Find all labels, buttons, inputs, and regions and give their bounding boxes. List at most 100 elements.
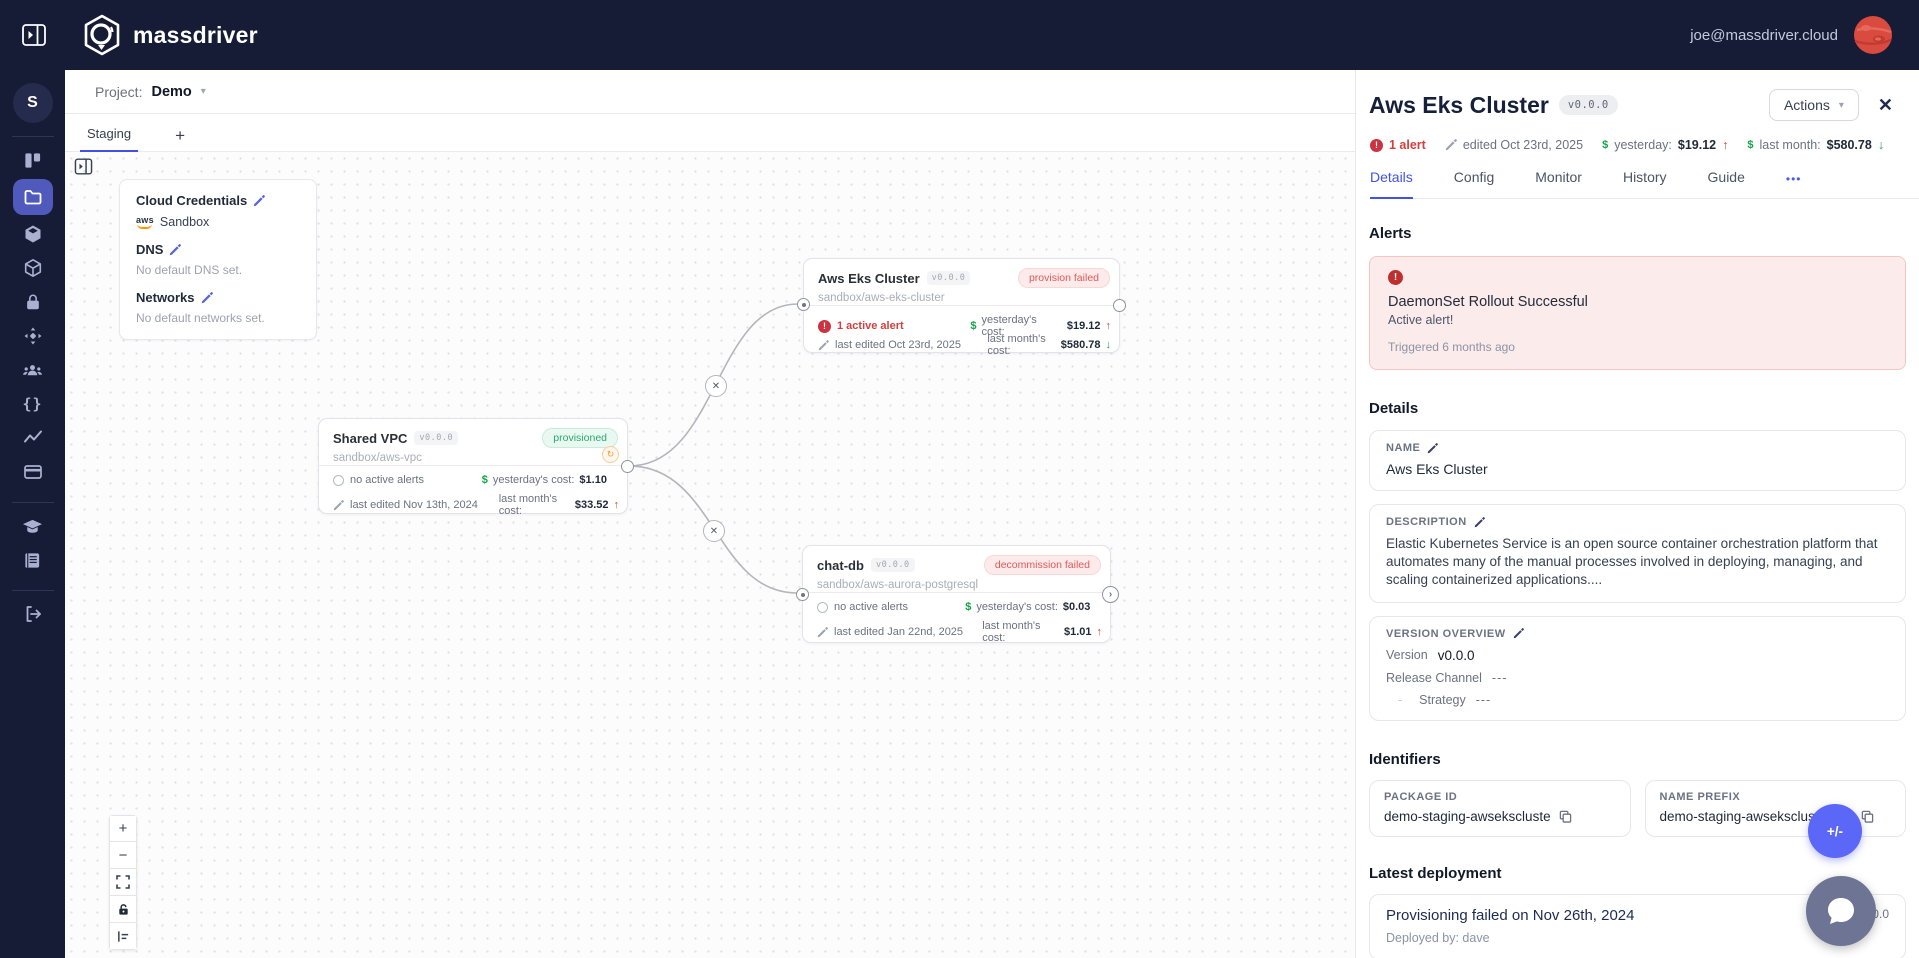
brand[interactable]: massdriver [80,13,258,57]
tab-monitor[interactable]: Monitor [1535,169,1582,198]
node-title: Aws Eks Cluster [818,271,920,286]
meta-month-value: $580.78 [1827,138,1872,152]
zoom-out-button[interactable]: − [109,842,137,869]
dns-value: No default DNS set. [136,263,300,277]
cost-label: last month's cost: [982,620,1059,644]
node-aws-eks-cluster[interactable]: Aws Eks Cluster v0.0.0 provision failed … [803,258,1120,353]
billing-card-icon[interactable] [13,455,53,489]
canvas-controls: + − [109,815,137,950]
project-label: Project: [95,84,142,100]
edit-pencil-icon[interactable] [169,244,181,256]
version-overview-label: VERSION OVERVIEW [1386,628,1506,640]
node-divider [804,305,1119,306]
learn-graduation-icon[interactable] [13,509,53,543]
environment-defaults-panel: Cloud Credentials aws Sandbox DNS No def… [119,179,317,340]
project-select[interactable]: Demo [151,84,191,100]
output-handle[interactable]: › [1102,586,1119,603]
docs-book-icon[interactable] [13,543,53,577]
tab-history[interactable]: History [1623,169,1667,198]
infrastructure-canvas[interactable]: ✕ ✕ Cloud Credentials aws Sandbox DNS [65,152,1355,958]
output-handle[interactable] [1113,299,1126,312]
node-shared-vpc[interactable]: Shared VPC v0.0.0 provisioned sandbox/aw… [318,418,628,514]
lock-button[interactable] [109,896,137,923]
users-icon[interactable] [13,353,53,387]
edit-pencil-icon[interactable] [1513,628,1524,639]
edit-pencil-icon[interactable] [1474,517,1485,528]
strategy-value: --- [1476,693,1492,707]
dollar-icon: $ [482,474,488,486]
add-environment-button[interactable]: + [175,127,185,151]
copy-icon[interactable] [1559,810,1572,823]
node-alert-text: no active alerts [350,474,424,486]
sidebar-toggle-icon[interactable] [21,22,47,48]
node-title: Shared VPC [333,431,407,446]
environment-tab-bar: Staging + [65,114,1355,152]
details-heading: Details [1369,400,1906,417]
output-handle[interactable] [621,460,634,473]
alert-icon: ! [1370,139,1383,152]
node-status-badge: decommission failed [984,555,1101,575]
projects-folder-icon[interactable] [13,179,53,215]
copy-icon[interactable] [1861,810,1874,823]
input-handle[interactable] [797,298,810,311]
edit-pencil-icon [817,627,828,638]
metrics-chart-icon[interactable] [13,421,53,455]
tab-more[interactable]: ••• [1786,169,1802,198]
alert-icon: ! [818,320,831,333]
tab-details[interactable]: Details [1370,169,1413,199]
node-chat-db[interactable]: chat-db v0.0.0 decommission failed sandb… [802,545,1111,643]
release-channel-label: Release Channel [1386,671,1482,685]
meta-edited: edited Oct 23rd, 2025 [1463,138,1583,152]
trend-down-icon: ↓ [1106,339,1112,351]
node-edited-text: last edited Jan 22nd, 2025 [834,626,963,638]
logout-icon[interactable] [13,597,53,631]
alert-icon: ! [1388,270,1403,285]
packages-icon[interactable] [13,217,53,251]
deploys-move-icon[interactable] [13,319,53,353]
version-row-label: Version [1386,648,1428,662]
fit-view-button[interactable] [109,869,137,896]
input-handle[interactable] [796,588,809,601]
tab-config[interactable]: Config [1454,169,1494,198]
diff-button[interactable]: +/- [1808,804,1862,858]
alert-card[interactable]: ! DaemonSet Rollout Successful Active al… [1369,256,1906,370]
aws-logo-icon: aws [136,216,154,229]
cost-label: last month's cost: [987,333,1055,357]
remove-edge-button[interactable]: ✕ [703,520,725,542]
node-version-badge: v0.0.0 [927,271,971,285]
actions-button[interactable]: Actions ▾ [1769,89,1859,121]
edit-pencil-icon[interactable] [253,195,265,207]
dollar-icon: $ [970,320,976,332]
cloud-credentials-label: Cloud Credentials [136,193,247,208]
node-slug: sandbox/aws-aurora-postgresql [817,579,978,591]
close-panel-button[interactable]: ✕ [1878,95,1893,116]
edit-pencil-icon[interactable] [201,292,213,304]
identifiers-heading: Identifiers [1369,751,1906,768]
chevron-down-icon[interactable]: ▾ [201,86,206,97]
edit-pencil-icon[interactable] [1427,443,1438,454]
cost-label: yesterday's cost: [976,601,1058,613]
dashboard-icon[interactable] [13,143,53,177]
package-id-card: PACKAGE ID demo-staging-awsekscluste [1369,780,1631,837]
cost-value: $1.01 [1064,626,1092,638]
cost-value: $33.52 [575,499,609,511]
chat-launcher-button[interactable] [1806,876,1876,946]
edit-pencil-icon [1445,139,1457,151]
api-braces-icon[interactable]: {} [13,387,53,421]
strategy-label: Strategy [1419,693,1466,707]
tab-staging[interactable]: Staging [80,126,138,152]
cost-value: $1.10 [579,474,607,486]
sync-status-icon[interactable]: ↻ [602,446,619,463]
no-alert-icon [333,475,344,486]
artifacts-cube-icon[interactable] [13,251,53,285]
tab-guide[interactable]: Guide [1708,169,1745,198]
alerts-heading: Alerts [1369,225,1906,242]
org-avatar[interactable]: S [13,83,53,123]
remove-edge-button[interactable]: ✕ [705,375,727,397]
meta-month-label: last month: [1759,138,1820,152]
node-edited-text: last edited Oct 23rd, 2025 [835,339,961,351]
auto-layout-button[interactable] [109,923,137,950]
user-avatar[interactable] [1853,15,1893,55]
secrets-lock-icon[interactable] [13,285,53,319]
zoom-in-button[interactable]: + [109,815,137,842]
